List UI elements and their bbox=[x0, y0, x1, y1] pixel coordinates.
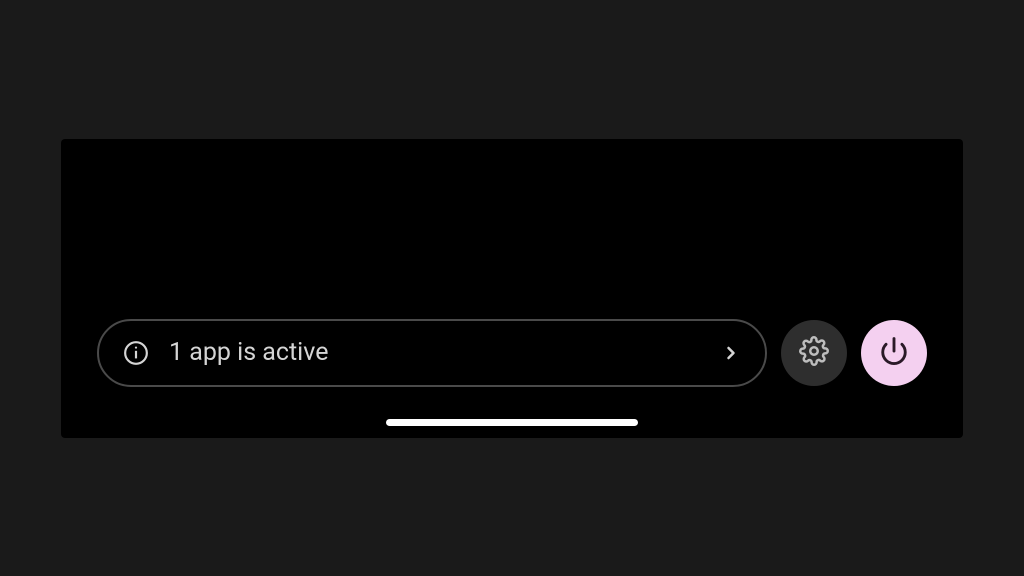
power-icon bbox=[879, 336, 909, 369]
gear-icon bbox=[799, 336, 829, 369]
navigation-handle[interactable] bbox=[386, 419, 638, 426]
active-apps-label: 1 app is active bbox=[169, 338, 701, 367]
quick-settings-panel: 1 app is active bbox=[61, 139, 963, 438]
power-button[interactable] bbox=[861, 320, 927, 386]
footer-row: 1 app is active bbox=[61, 319, 963, 413]
active-apps-button[interactable]: 1 app is active bbox=[97, 319, 767, 387]
chevron-right-icon bbox=[721, 343, 741, 363]
settings-button[interactable] bbox=[781, 320, 847, 386]
info-icon bbox=[123, 340, 149, 366]
